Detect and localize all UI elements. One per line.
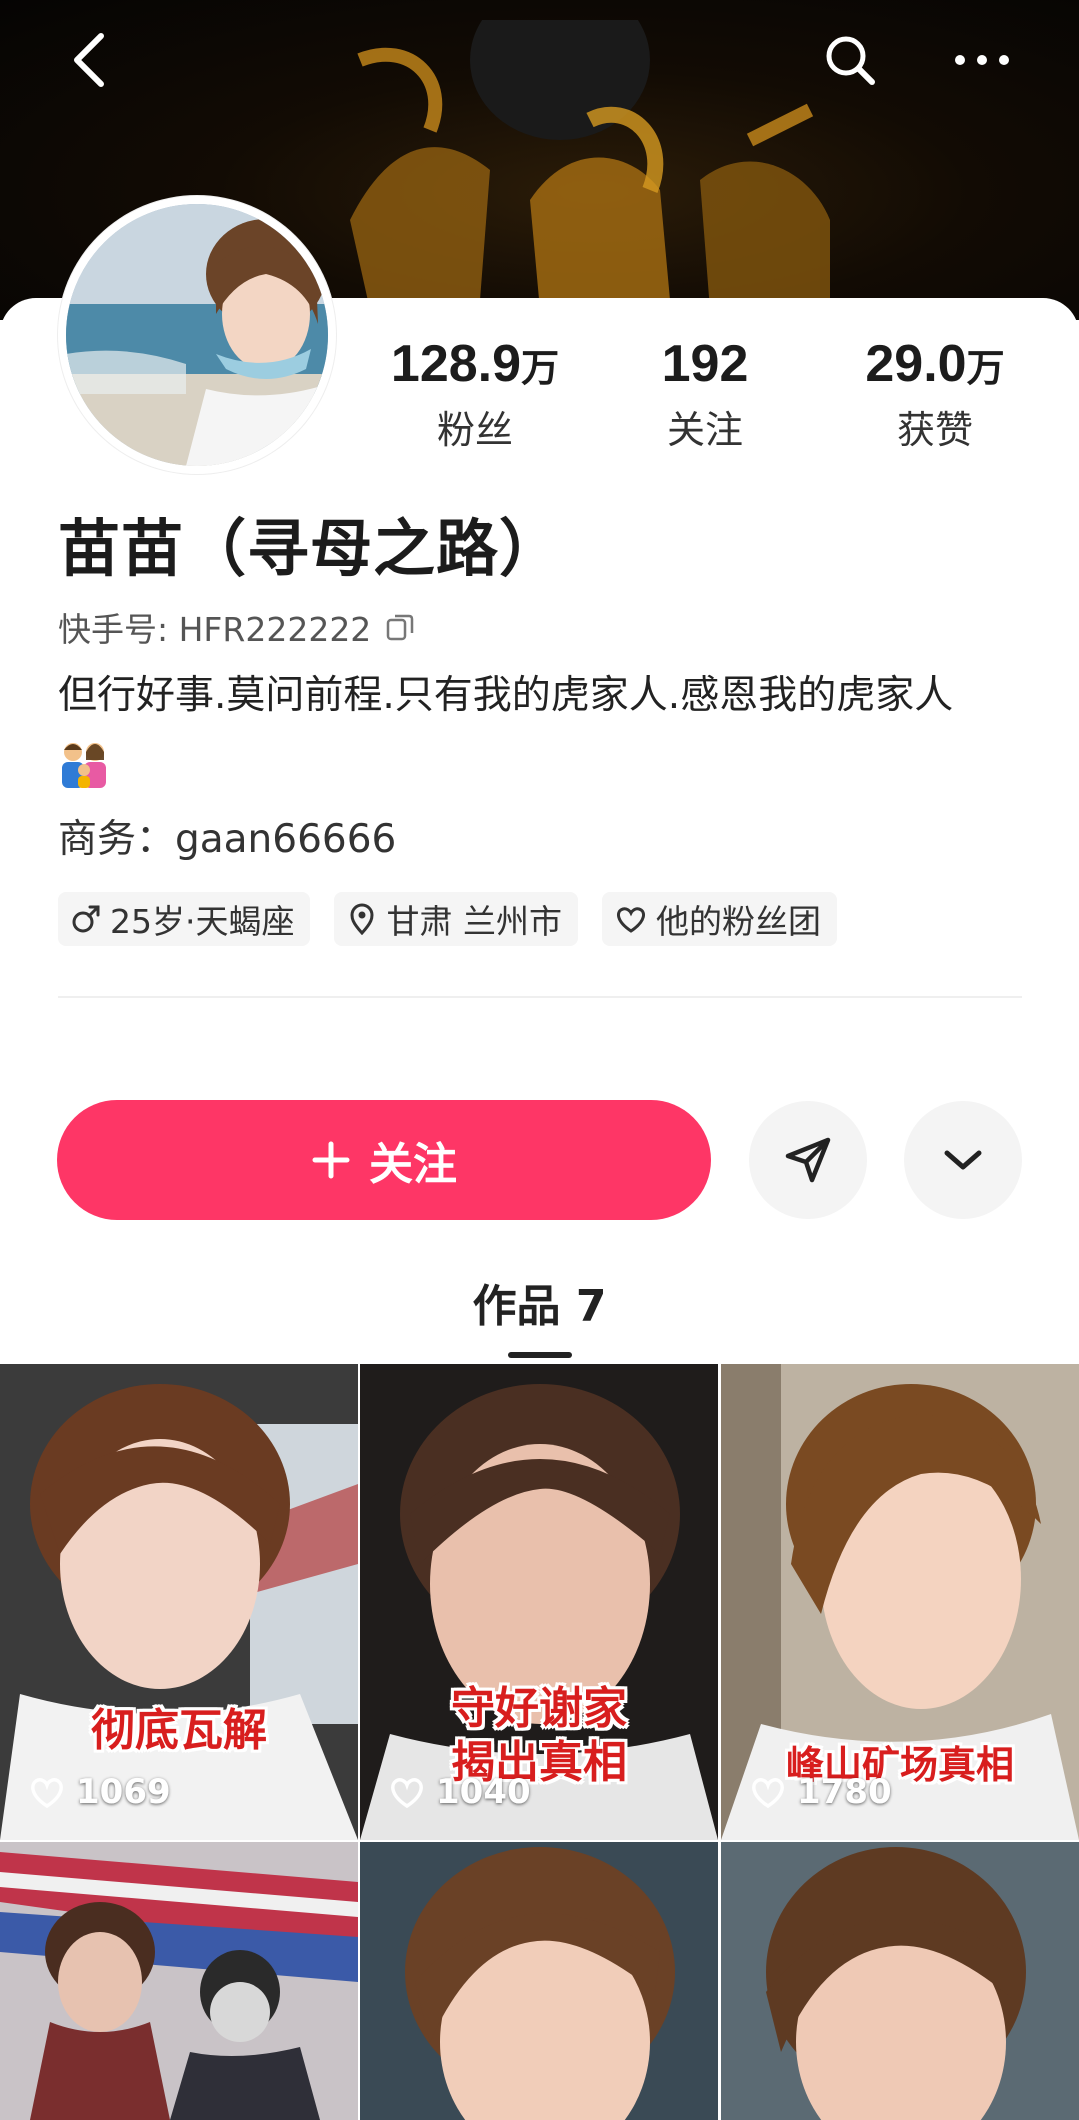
more-horizontal-icon <box>955 55 1009 65</box>
chevron-down-icon <box>944 1150 982 1170</box>
family-emoji-icon <box>62 743 106 788</box>
video-thumbnail[interactable]: 彻底瓦解 1069 <box>0 1364 358 1840</box>
expand-button[interactable] <box>904 1101 1022 1219</box>
location-icon <box>350 903 374 935</box>
banner-artwork <box>350 20 830 310</box>
stats-row: 128.9万 粉丝 192 关注 29.0万 获赞 <box>360 332 1050 462</box>
tag-fan-club[interactable]: 他的粉丝团 <box>601 892 837 946</box>
male-icon <box>72 905 100 933</box>
search-icon <box>826 36 875 85</box>
avatar-photo <box>66 204 328 466</box>
stat-value: 192 <box>661 335 749 393</box>
kuaishou-id-row: 快手号: HFR222222 <box>58 603 415 651</box>
copy-icon[interactable] <box>385 612 415 642</box>
video-thumbnail[interactable] <box>721 1842 1079 2120</box>
video-likes: 1780 <box>749 1772 892 1812</box>
stat-likes[interactable]: 29.0万 获赞 <box>820 332 1050 462</box>
send-icon <box>785 1137 831 1183</box>
tag-location[interactable]: 甘肃 兰州市 <box>334 892 578 946</box>
plus-icon <box>312 1141 350 1179</box>
tag-age-zodiac[interactable]: 25岁·天蝎座 <box>58 892 311 946</box>
heart-icon <box>31 1778 63 1809</box>
video-likes: 1040 <box>388 1772 531 1812</box>
business-contact: 商务：gaan66666 <box>58 817 397 862</box>
heart-icon <box>391 1778 423 1809</box>
likes-count: 1040 <box>436 1772 531 1812</box>
stat-followers[interactable]: 128.9万 粉丝 <box>360 332 590 462</box>
likes-count: 1069 <box>76 1772 171 1812</box>
chevron-left-icon <box>74 33 104 87</box>
bio-text: 但行好事.莫问前程.只有我的虎家人.感恩我的虎家人 <box>58 673 954 718</box>
video-cover <box>0 1842 358 2120</box>
share-button[interactable] <box>749 1101 867 1219</box>
search-button[interactable] <box>810 20 890 100</box>
video-cover <box>0 1364 358 1840</box>
info-tags: 25岁·天蝎座 甘肃 兰州市 他的粉丝团 <box>58 892 837 946</box>
stat-following[interactable]: 192 关注 <box>590 332 820 462</box>
profile-name: 苗苗（寻母之路） <box>58 512 563 585</box>
video-thumbnail[interactable] <box>360 1842 718 2120</box>
tag-label: 25岁·天蝎座 <box>110 902 295 941</box>
stat-label: 获赞 <box>896 408 973 452</box>
video-thumbnail[interactable] <box>0 1842 358 2120</box>
video-caption: 彻底瓦解 <box>91 1705 267 1756</box>
divider <box>58 996 1022 998</box>
tag-label: 他的粉丝团 <box>655 902 821 941</box>
video-cover <box>360 1842 718 2120</box>
stat-label: 关注 <box>666 408 743 452</box>
stat-value: 128.9万 <box>390 335 560 393</box>
tab-active-indicator <box>508 1352 572 1358</box>
video-likes: 1069 <box>28 1772 171 1812</box>
avatar[interactable] <box>58 196 336 474</box>
more-button[interactable] <box>942 20 1022 100</box>
video-thumbnail[interactable]: 峰山矿场真相 1780 <box>721 1364 1079 1840</box>
stat-value: 29.0万 <box>865 335 1005 393</box>
video-cover <box>721 1842 1079 2120</box>
heart-icon <box>616 907 645 933</box>
likes-count: 1780 <box>797 1772 892 1812</box>
follow-label: 关注 <box>369 1139 457 1190</box>
back-button[interactable] <box>50 20 130 100</box>
tab-works[interactable]: 作品 7 <box>0 1270 1079 1334</box>
heart-icon <box>752 1778 784 1809</box>
video-thumbnail[interactable]: 守好谢家 揭出真相 1040 <box>360 1364 718 1840</box>
stat-label: 粉丝 <box>436 408 513 452</box>
follow-button[interactable]: 关注 <box>57 1100 711 1220</box>
tag-label: 甘肃 兰州市 <box>386 902 562 941</box>
kuaishou-id: 快手号: HFR222222 <box>58 610 372 649</box>
